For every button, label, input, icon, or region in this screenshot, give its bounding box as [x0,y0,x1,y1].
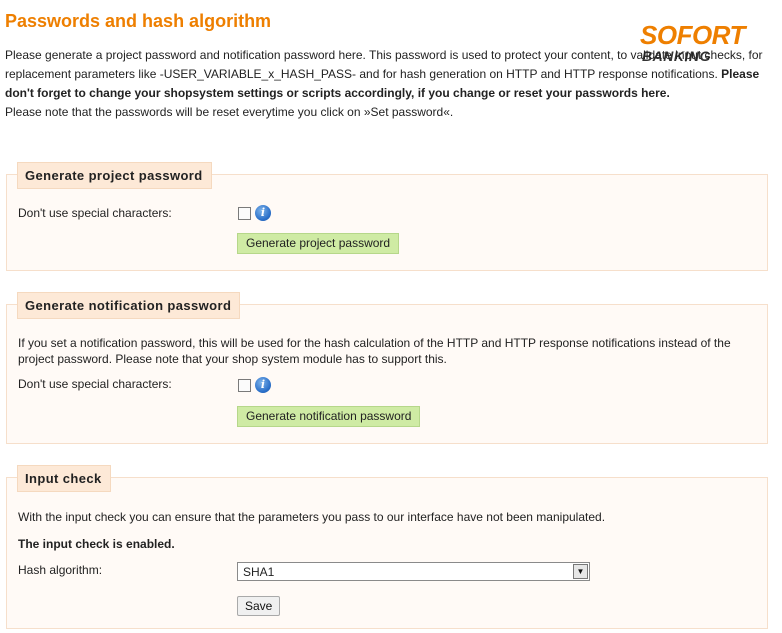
generate-project-password-button[interactable]: Generate project password [237,233,400,254]
input-check-section: Input check With the input check you can… [6,465,768,629]
hash-algorithm-value: SHA1 [243,565,275,579]
notification-password-section: Generate notification password If you se… [6,292,768,444]
generate-notification-password-button[interactable]: Generate notification password [237,406,421,427]
input-check-status: The input check is enabled. [18,537,175,551]
logo-line1: SOFORT [640,20,745,50]
reset-note: Please note that the passwords will be r… [5,105,454,119]
special-chars-label: Don't use special characters: [18,206,172,220]
chevron-down-icon[interactable]: ▼ [573,564,588,579]
hash-algorithm-select[interactable]: SHA1 ▼ [237,562,590,581]
hash-algorithm-label: Hash algorithm: [18,563,103,577]
notification-password-legend: Generate notification password [17,292,241,319]
intro-text: Please generate a project password and n… [5,48,763,81]
save-button[interactable]: Save [237,596,281,616]
info-icon[interactable]: i [255,377,271,393]
info-icon[interactable]: i [255,205,271,221]
notification-description: If you set a notification password, this… [18,336,731,366]
special-chars-checkbox[interactable] [238,379,251,392]
intro-paragraph: Please generate a project password and n… [5,46,773,103]
input-check-description: With the input check you can ensure that… [18,510,606,524]
special-chars-checkbox[interactable] [238,207,251,220]
special-chars-label: Don't use special characters: [18,377,172,391]
project-password-legend: Generate project password [17,162,212,189]
page-title: Passwords and hash algorithm [5,11,272,31]
intro-block: Please generate a project password and n… [5,46,773,122]
project-password-section: Generate project password Don't use spec… [6,162,768,271]
input-check-legend: Input check [17,465,111,492]
